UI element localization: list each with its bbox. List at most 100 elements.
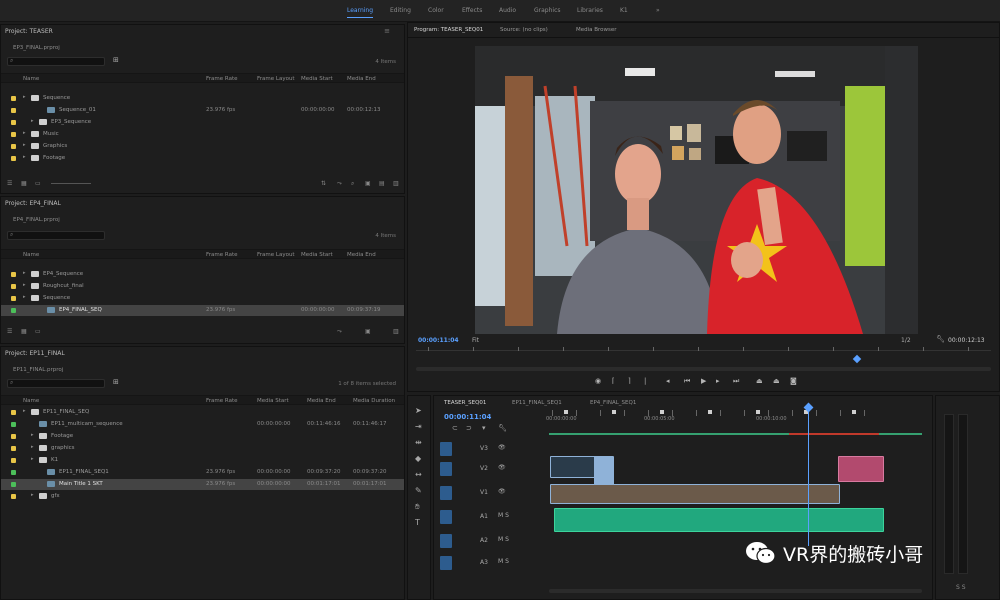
timeline-marker[interactable] — [660, 410, 664, 414]
col-4[interactable]: Media Start — [301, 76, 333, 82]
workspace-tab-editing[interactable]: Editing — [390, 7, 411, 14]
video-clip-end[interactable] — [838, 456, 884, 482]
trash-icon[interactable]: ▥ — [393, 328, 399, 335]
disclosure-triangle-icon[interactable]: ▸ — [23, 294, 26, 300]
trash-icon[interactable]: ▥ — [393, 180, 399, 187]
label-color-swatch[interactable] — [11, 132, 16, 137]
project-row[interactable]: ▸ Graphics — [1, 141, 404, 152]
col-3[interactable]: Frame Layout — [257, 252, 295, 258]
razor-tool-icon[interactable]: ◆ — [415, 454, 421, 463]
source-patch-toggle[interactable] — [440, 510, 452, 524]
pen-tool-icon[interactable]: ✎ — [415, 486, 422, 495]
source-patch-toggle[interactable] — [440, 486, 452, 500]
meter-solo-icon[interactable]: S S — [956, 584, 966, 591]
track-label[interactable]: A3 — [480, 559, 488, 566]
item-name[interactable]: Sequence — [43, 295, 70, 301]
icon-view-icon[interactable]: ▦ — [21, 328, 27, 335]
col-5[interactable]: Media End — [347, 76, 376, 82]
project-row[interactable]: ▸ Music — [1, 129, 404, 140]
col-name[interactable]: Name — [23, 398, 39, 404]
project-row[interactable]: EP11_FINAL_SEQ1 23.976 fps 00:00:00:00 00:0… — [1, 467, 404, 478]
new-bin-icon[interactable]: ▣ — [365, 328, 371, 335]
add-marker-icon[interactable]: ▾ — [482, 424, 486, 432]
item-name[interactable]: EP4_FINAL_SEQ — [59, 307, 102, 313]
disclosure-triangle-icon[interactable]: ▸ — [23, 270, 26, 276]
disclosure-triangle-icon[interactable]: ▸ — [31, 444, 34, 450]
slip-tool-icon[interactable]: ↔ — [415, 470, 422, 479]
item-name[interactable]: EP11_multicam_sequence — [51, 421, 123, 427]
item-name[interactable]: Footage — [43, 155, 65, 161]
new-bin-icon[interactable]: ⊞ — [113, 56, 119, 64]
wrench-icon[interactable]: 🔧︎ — [936, 335, 945, 343]
col-4[interactable]: Media Start — [301, 252, 333, 258]
quality-select[interactable]: 1/2 — [901, 337, 911, 344]
mark-out-icon[interactable]: ⌉ — [628, 377, 631, 385]
workspace-overflow-icon[interactable]: » — [656, 7, 660, 14]
label-color-swatch[interactable] — [11, 296, 16, 301]
track-label[interactable]: A2 — [480, 537, 488, 544]
label-color-swatch[interactable] — [11, 434, 16, 439]
item-name[interactable]: Sequence — [43, 95, 70, 101]
item-name[interactable]: Main Title 1 SKT — [59, 481, 103, 487]
label-color-swatch[interactable] — [11, 272, 16, 277]
eye-icon[interactable]: 👁︎ — [498, 464, 506, 471]
mute-solo-icon[interactable]: M S — [498, 536, 509, 543]
hand-tool-icon[interactable]: ✋︎ — [415, 502, 420, 512]
label-color-swatch[interactable] — [11, 156, 16, 161]
track-select-tool-icon[interactable]: ⇥ — [415, 422, 422, 431]
item-name[interactable]: graphics — [51, 445, 75, 451]
disclosure-triangle-icon[interactable]: ▸ — [31, 456, 34, 462]
tab-source[interactable]: Source: (no clips) — [500, 27, 548, 33]
new-bin-icon[interactable]: ▣ — [365, 180, 371, 187]
label-color-swatch[interactable] — [11, 308, 16, 313]
label-color-swatch[interactable] — [11, 120, 16, 125]
label-color-swatch[interactable] — [11, 494, 16, 499]
automate-icon[interactable]: ⤳ — [337, 180, 342, 188]
item-name[interactable]: Sequence_01 — [59, 107, 96, 113]
track-label[interactable]: V1 — [480, 489, 488, 496]
item-name[interactable]: Music — [43, 131, 59, 137]
sort-icon[interactable]: ⇅ — [321, 180, 326, 187]
disclosure-triangle-icon[interactable]: ▸ — [23, 130, 26, 136]
search-input[interactable]: ⌕ — [7, 57, 105, 66]
step-back-icon[interactable]: ◂ — [666, 377, 670, 385]
snap-icon[interactable]: ⊂ — [452, 424, 458, 432]
tab-media-browser[interactable]: Media Browser — [576, 27, 617, 33]
monitor-playhead-handle[interactable] — [852, 354, 862, 364]
export-frame-icon[interactable]: ◙ — [790, 377, 797, 385]
icon-view-icon[interactable]: ▦ — [21, 180, 27, 187]
col-3[interactable]: Media Start — [257, 398, 289, 404]
project-row[interactable]: EP11_multicam_sequence 00:00:00:00 00:11:4… — [1, 419, 404, 430]
col-2[interactable]: Frame Rate — [206, 252, 238, 258]
timeline-settings-icon[interactable]: 🔧︎ — [498, 424, 507, 432]
item-name[interactable]: gfx — [51, 493, 60, 499]
col-2[interactable]: Frame Rate — [206, 398, 238, 404]
timeline-timecode[interactable]: 00:00:11:04 — [444, 413, 491, 421]
fit-select[interactable]: Fit — [472, 337, 479, 344]
col-5[interactable]: Media End — [347, 252, 376, 258]
tab-sequence-ep4[interactable]: EP4_FINAL_SEQ1 — [590, 400, 636, 406]
monitor-zoom-scrollbar[interactable] — [416, 367, 991, 371]
project-row[interactable]: ▸ Sequence — [1, 93, 404, 104]
col-name[interactable]: Name — [23, 252, 39, 258]
col-name[interactable]: Name — [23, 76, 39, 82]
project-row[interactable]: ▸ Roughcut_final — [1, 281, 404, 292]
timeline-marker[interactable] — [612, 410, 616, 414]
search-input[interactable]: ⌕ — [7, 231, 105, 240]
label-color-swatch[interactable] — [11, 284, 16, 289]
disclosure-triangle-icon[interactable]: ▸ — [31, 118, 34, 124]
label-color-swatch[interactable] — [11, 108, 16, 113]
project-row[interactable]: ▸ graphics — [1, 443, 404, 454]
item-name[interactable]: EP4_Sequence — [43, 271, 83, 277]
col-5[interactable]: Media Duration — [353, 398, 395, 404]
lift-icon[interactable]: ⏏ — [756, 377, 763, 385]
freeform-view-icon[interactable]: ▭ — [35, 328, 41, 335]
eye-icon[interactable]: 👁︎ — [498, 444, 506, 451]
list-view-icon[interactable]: ☰ — [7, 180, 12, 187]
timeline-marker[interactable] — [708, 410, 712, 414]
disclosure-triangle-icon[interactable]: ▸ — [31, 492, 34, 498]
playhead-timecode[interactable]: 00:00:11:04 — [418, 337, 459, 344]
item-name[interactable]: Graphics — [43, 143, 67, 149]
timeline-marker[interactable] — [564, 410, 568, 414]
label-color-swatch[interactable] — [11, 446, 16, 451]
